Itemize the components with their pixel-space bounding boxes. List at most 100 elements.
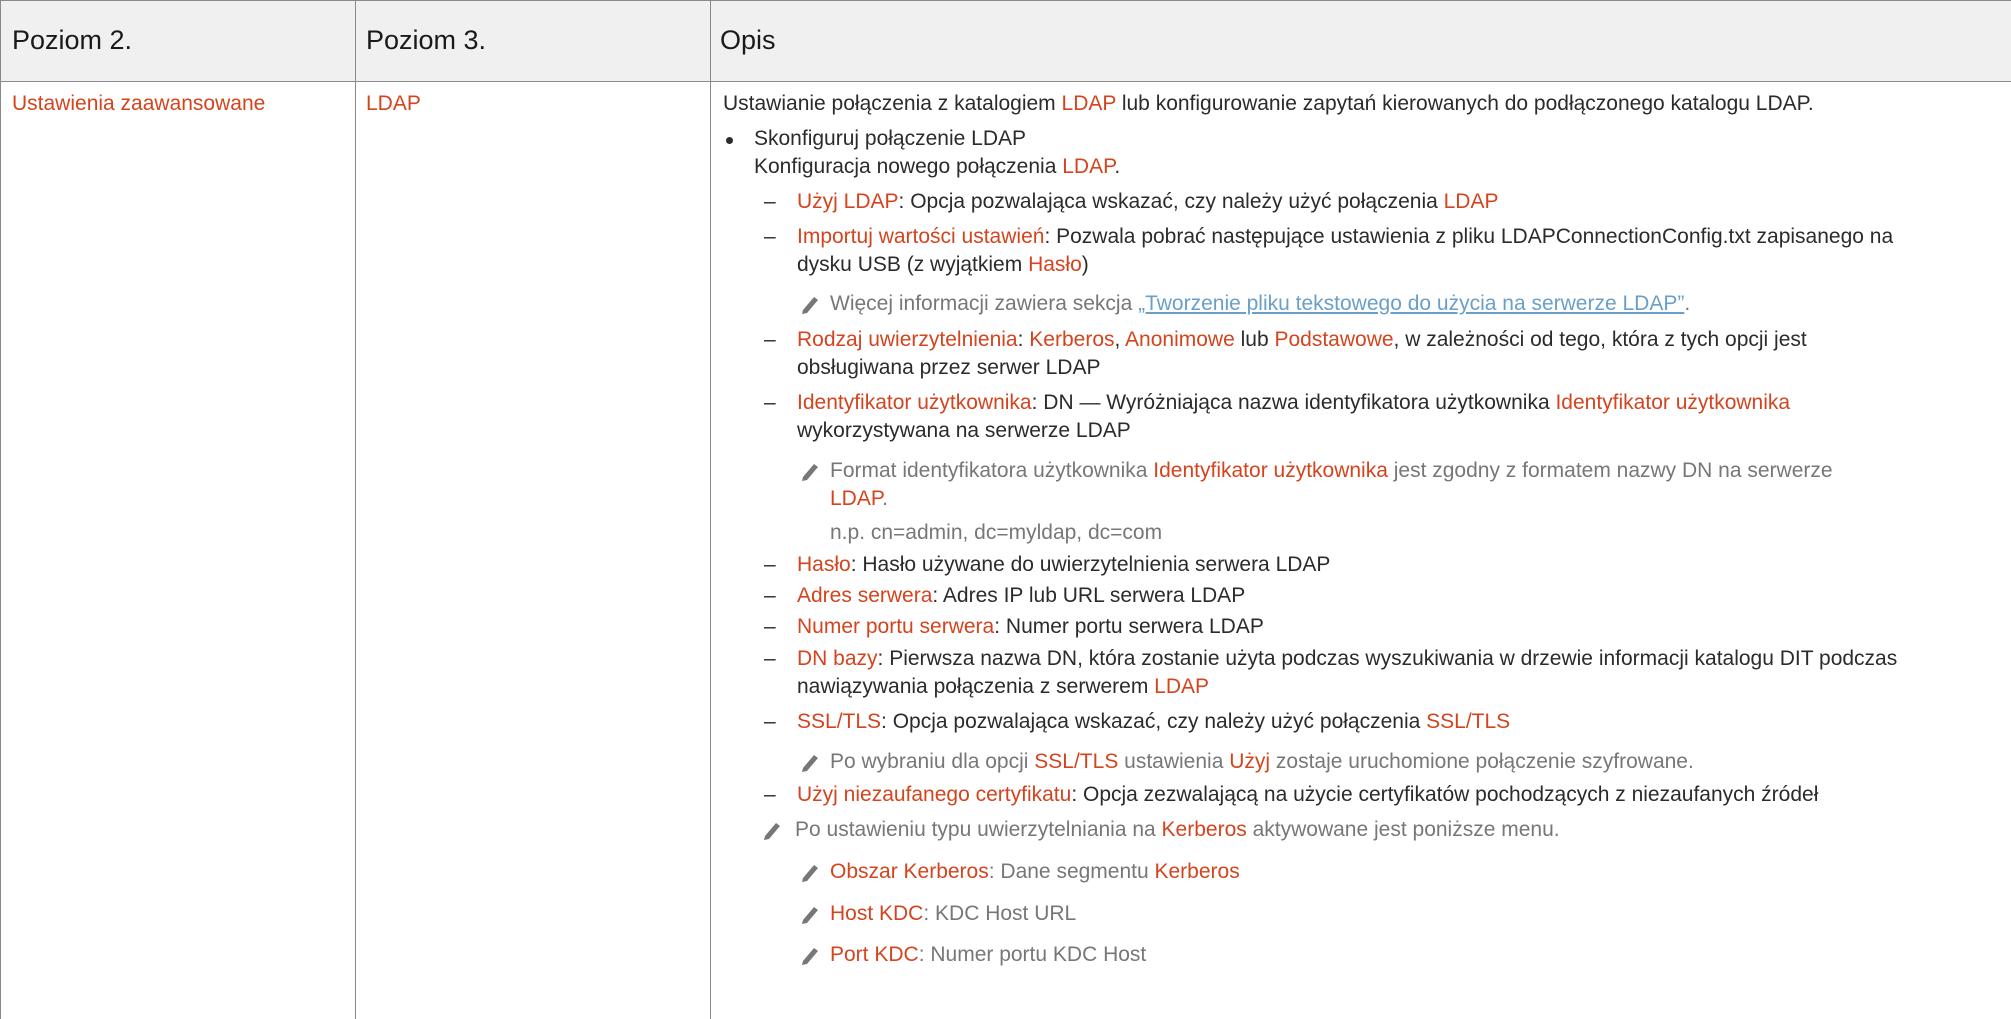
auth-key: Rodzaj uwierzytelnienia [797, 328, 1018, 351]
note-user-id-key: Identyfikator użytkownika [1153, 459, 1388, 482]
item-base-dn-cont: nawiązywania połączenia z serwerem LDAP [797, 675, 1209, 699]
base-dn-ldap: LDAP [1154, 675, 1210, 698]
table-border-left [0, 0, 1, 1019]
ssl-value-2: SSL/TLS [1426, 710, 1511, 733]
ssl-value: : Opcja pozwalająca wskazać, czy należy … [881, 710, 1427, 733]
header-level2: Poziom 2. [12, 25, 133, 55]
user-id-value: : DN — Wyróżniająca nazwa identyfikatora… [1031, 391, 1556, 414]
note-example: n.p. cn=admin, dc=myldap, dc=com [830, 521, 1163, 544]
note-user-id-end: . [882, 487, 888, 510]
item-user-id: Identyfikator użytkownika: DN — Wyróżnia… [797, 391, 1790, 415]
pencil-icon [764, 823, 780, 840]
dash-marker: – [764, 584, 776, 607]
note-kerberos-key: Kerberos [1161, 818, 1247, 841]
item-untrusted-cert: Użyj niezaufanego certyfikatu: Opcja zez… [797, 783, 1818, 807]
desc-intro-text-2: lub konfigurowanie zapytań kierowanych d… [1116, 92, 1814, 115]
dash-marker: – [764, 710, 776, 733]
dash-marker: – [764, 391, 776, 414]
item-user-id-cont: wykorzystywana na serwerze LDAP [797, 419, 1131, 442]
pencil-icon [802, 907, 818, 924]
kdc-port-value: : Numer portu KDC Host [918, 943, 1147, 966]
note-user-id-format: Format identyfikatora użytkownika Identy… [830, 459, 1833, 483]
import-value-3: ) [1081, 253, 1089, 276]
dash-marker: – [764, 647, 776, 670]
desc-intro-text: Ustawianie połączenia z katalogiem [723, 92, 1062, 115]
note-kdc-port: Port KDC: Numer portu KDC Host [830, 943, 1146, 967]
realm-value-kerberos: Kerberos [1154, 860, 1240, 883]
desc-intro: Ustawianie połączenia z katalogiem LDAP … [723, 92, 1814, 116]
note-kdc-host: Host KDC: KDC Host URL [830, 902, 1076, 926]
table-header [0, 0, 2011, 82]
dash-marker: – [764, 190, 776, 213]
pencil-icon [802, 948, 818, 965]
kdc-host-value: : KDC Host URL [923, 902, 1077, 925]
user-id-key: Identyfikator użytkownika [797, 391, 1032, 414]
note-more-info-text: Więcej informacji zawiera sekcja [830, 292, 1139, 315]
untrusted-cert-value: : Opcja zezwalającą na użycie certyfikat… [1071, 783, 1819, 806]
note-ssl: Po wybraniu dla opcji SSL/TLS ustawienia… [830, 750, 1694, 774]
item-server-port: Numer portu serwera: Numer portu serwera… [797, 615, 1264, 639]
note-user-id-cont: LDAP. [830, 487, 888, 511]
auth-kerberos: Kerberos [1029, 328, 1115, 351]
note-ssl-end: zostaje uruchomione połączenie szyfrowan… [1270, 750, 1694, 773]
dash-marker: – [764, 615, 776, 638]
import-key: Importuj wartości ustawień [797, 225, 1045, 248]
pencil-icon [802, 865, 818, 882]
server-port-value: : Numer portu serwera LDAP [994, 615, 1264, 638]
bullet-dot [726, 137, 733, 144]
auth-rest: , w zależności od tego, która z tych opc… [1393, 328, 1807, 351]
note-kerberos-realm: Obszar Kerberos: Dane segmentu Kerberos [830, 860, 1240, 884]
item-auth-type: Rodzaj uwierzytelnienia: Kerberos, Anoni… [797, 328, 1807, 352]
use-ldap-value: : Opcja pozwalająca wskazać, czy należy … [898, 190, 1444, 213]
realm-value: : Dane segmentu [988, 860, 1155, 883]
server-port-key: Numer portu serwera [797, 615, 995, 638]
note-user-id-ldap: LDAP [830, 487, 883, 510]
header-description: Opis [720, 25, 776, 55]
desc-intro-ldap: LDAP [1061, 92, 1116, 115]
use-ldap-key: Użyj LDAP [797, 190, 899, 213]
dash-marker: – [764, 553, 776, 576]
note-ssl-use: Użyj [1229, 750, 1271, 773]
dash-marker: – [764, 225, 776, 248]
bullet-title: Skonfiguruj połączenie LDAP [754, 127, 1026, 150]
note-ssl-key: SSL/TLS [1034, 750, 1119, 773]
kdc-host-key: Host KDC [830, 902, 924, 925]
auth-or: lub [1234, 328, 1275, 351]
item-import: Importuj wartości ustawień: Pozwala pobr… [797, 225, 1893, 249]
dash-marker: – [764, 328, 776, 351]
auth-anonymous: Anonimowe [1125, 328, 1235, 351]
pencil-icon [802, 297, 818, 314]
link-create-text-file[interactable]: „Tworzenie pliku tekstowego do użycia na… [1138, 292, 1684, 315]
base-dn-value: : Pierwsza nazwa DN, która zostanie użyt… [877, 647, 1898, 670]
user-id-key-2: Identyfikator użytkownika [1555, 391, 1791, 414]
base-dn-key: DN bazy [797, 647, 878, 670]
import-haslo: Hasło [1028, 253, 1082, 276]
pencil-icon [802, 464, 818, 481]
item-base-dn: DN bazy: Pierwsza nazwa DN, która zostan… [797, 647, 1897, 671]
item-server-address: Adres serwera: Adres IP lub URL serwera … [797, 584, 1245, 608]
item-import-cont: dysku USB (z wyjątkiem Hasło) [797, 253, 1089, 277]
password-key: Hasło [797, 553, 851, 576]
note-kerberos-end: aktywowane jest poniższe menu. [1246, 818, 1560, 841]
dash-marker: – [764, 783, 776, 806]
import-value: : Pozwala pobrać następujące ustawienia … [1044, 225, 1894, 248]
base-dn-value-2: nawiązywania połączenia z serwerem [797, 675, 1155, 698]
column-divider-1 [355, 0, 356, 1019]
note-kerberos: Po ustawieniu typu uwierzytelniania na K… [795, 818, 1560, 842]
use-ldap-value-ldap: LDAP [1443, 190, 1499, 213]
kdc-port-key: Port KDC [830, 943, 919, 966]
item-password: Hasło: Hasło używane do uwierzytelnienia… [797, 553, 1330, 577]
realm-key: Obszar Kerberos [830, 860, 989, 883]
note-ssl-mid: ustawienia [1118, 750, 1230, 773]
auth-colon: : [1017, 328, 1030, 351]
import-value-2: dysku USB (z wyjątkiem [797, 253, 1029, 276]
server-address-value: : Adres IP lub URL serwera LDAP [932, 584, 1246, 607]
header-level3: Poziom 3. [366, 25, 487, 55]
item-ssl: SSL/TLS: Opcja pozwalająca wskazać, czy … [797, 710, 1510, 734]
bullet-subtitle-text: Konfiguracja nowego połączenia [754, 155, 1063, 178]
auth-sep: , [1114, 328, 1126, 351]
column-divider-2 [710, 0, 711, 1019]
pencil-icon [802, 755, 818, 772]
item-auth-type-cont: obsługiwana przez serwer LDAP [797, 356, 1101, 379]
bullet-subtitle-ldap: LDAP [1062, 155, 1115, 178]
